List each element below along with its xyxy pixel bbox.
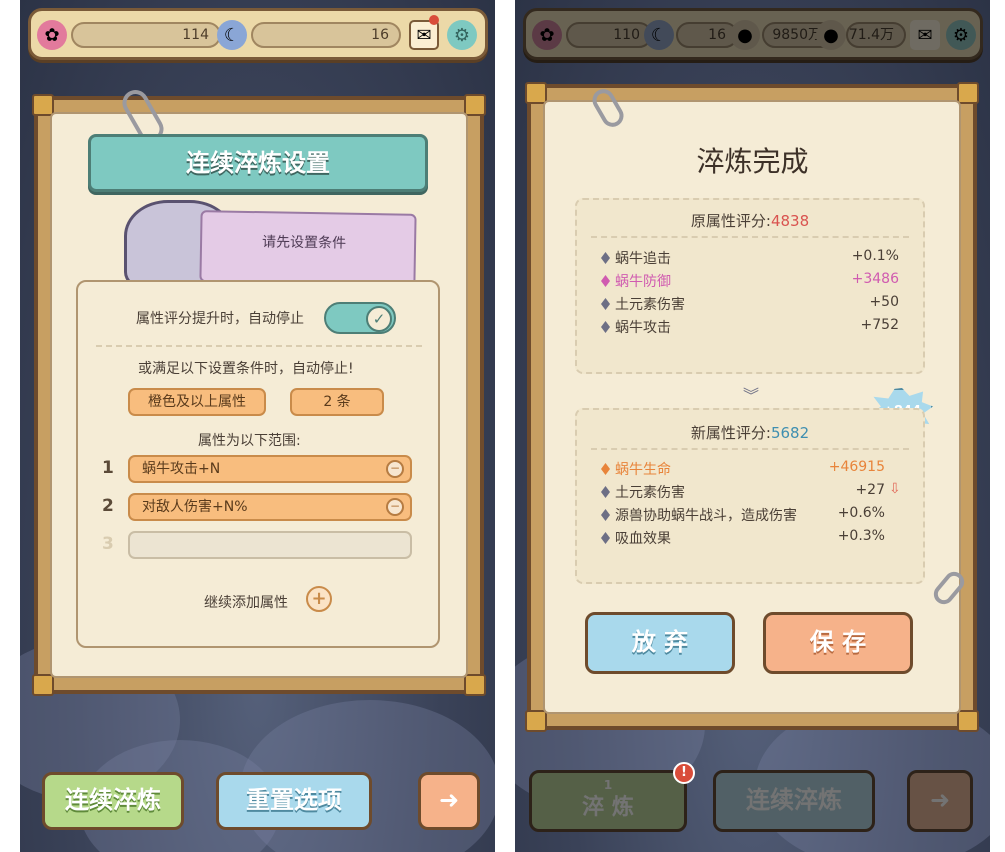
- attribute-row-empty[interactable]: [128, 531, 412, 559]
- attribute-row-label: 蜗牛攻击+N: [142, 461, 221, 477]
- old-attr-name: 土元素伤害: [601, 294, 685, 314]
- resource-2: 16: [251, 22, 401, 48]
- condition-card[interactable]: 请先设置条件: [199, 210, 417, 286]
- old-score-label: 原属性评分:: [690, 212, 771, 230]
- moon-gem-icon: ☾: [644, 20, 674, 50]
- arrow-right-icon[interactable]: ➜: [418, 772, 480, 830]
- page-title: 连续淬炼设置: [88, 134, 428, 192]
- row-number: 3: [102, 534, 114, 554]
- gem-icon: [601, 321, 610, 333]
- resource-1: 114: [71, 22, 221, 48]
- reset-options-button[interactable]: 重置选项: [216, 772, 372, 830]
- old-attr-name: 蜗牛防御: [601, 271, 671, 291]
- gear-icon[interactable]: ⚙: [946, 20, 976, 50]
- new-attr-value: +27: [855, 482, 885, 498]
- top-resource-bar: ✿ 110 ☾ 16 ● 9850万 ● 71.4万 ✉ ⚙: [523, 8, 983, 60]
- notification-dot: [429, 15, 439, 25]
- range-label: 属性为以下范围:: [198, 433, 301, 449]
- attribute-row[interactable]: 对敌人伤害+N% −: [128, 493, 412, 521]
- new-attr-value: +0.3%: [837, 528, 885, 544]
- check-icon: ✓: [366, 306, 392, 332]
- old-attr-value: +0.1%: [851, 248, 899, 264]
- gem-icon: [601, 298, 610, 310]
- attribute-row[interactable]: 蜗牛攻击+N −: [128, 455, 412, 483]
- old-attr-value: +752: [860, 317, 899, 333]
- frame-corner: [525, 82, 547, 104]
- new-attr-name: 蜗牛生命: [601, 459, 671, 479]
- add-attribute-button[interactable]: +: [306, 586, 332, 612]
- auto-stop-toggle[interactable]: ✓: [324, 302, 396, 334]
- old-attr-value: +3486: [851, 271, 899, 287]
- remove-icon[interactable]: −: [386, 498, 404, 516]
- resource-1: 110: [566, 22, 652, 48]
- arrow-down-icon: ⇩: [889, 481, 901, 497]
- lotus-icon: ✿: [37, 20, 67, 50]
- moon-gem-icon: ☾: [217, 20, 247, 50]
- count-select[interactable]: 2 条: [290, 388, 384, 416]
- speech-icon: ●: [730, 20, 760, 50]
- frame-corner: [957, 710, 979, 732]
- divider: [591, 448, 909, 450]
- gem-icon: [601, 275, 610, 287]
- new-attr-value: +46915: [828, 459, 885, 475]
- gem-icon: [601, 532, 610, 544]
- gem-icon: [601, 509, 610, 521]
- old-attr-name: 蜗牛攻击: [601, 317, 671, 337]
- frame-corner: [464, 94, 486, 116]
- alert-badge-icon: !: [673, 762, 695, 784]
- or-condition-label: 或满足以下设置条件时，自动停止!: [138, 361, 354, 377]
- row-number: 2: [102, 496, 114, 516]
- frame-corner: [525, 710, 547, 732]
- new-attr-name: 吸血效果: [601, 528, 671, 548]
- left-screen: ✿ 114 ☾ 16 ✉ ⚙ 连续淬炼设置 请先设置条件 属性评分提升时，自动停…: [20, 0, 495, 852]
- old-score-line: 原属性评分:4838: [577, 210, 923, 231]
- mail-icon[interactable]: ✉: [910, 20, 940, 50]
- gem-icon: [601, 463, 610, 475]
- double-chevron-down-icon: ︾: [743, 386, 760, 405]
- gear-icon[interactable]: ⚙: [447, 20, 477, 50]
- right-screen: ✿ 110 ☾ 16 ● 9850万 ● 71.4万 ✉ ⚙ 淬炼完成 原属性评…: [515, 0, 990, 852]
- gem-icon: [601, 252, 610, 264]
- attribute-row-label: 对敌人伤害+N%: [142, 499, 248, 515]
- frame-corner: [32, 674, 54, 696]
- divider: [96, 345, 422, 347]
- top-resource-bar: ✿ 114 ☾ 16 ✉ ⚙: [28, 8, 488, 60]
- new-attr-value: +0.6%: [837, 505, 885, 521]
- gem-icon: [601, 486, 610, 498]
- new-score-label: 新属性评分:: [690, 424, 771, 442]
- new-attr-name: 源兽协助蜗牛战斗，造成伤害: [601, 505, 797, 525]
- frame-corner: [32, 94, 54, 116]
- condition-card-label: 请先设置条件: [261, 234, 347, 252]
- old-attr-name: 蜗牛追击: [601, 248, 671, 268]
- auto-stop-label: 属性评分提升时，自动停止: [136, 311, 304, 327]
- new-score-value: 5682: [770, 424, 810, 442]
- add-attribute-label: 继续添加属性: [204, 595, 288, 611]
- new-score-line: 新属性评分:5682: [577, 422, 923, 443]
- lotus-icon: ✿: [532, 20, 562, 50]
- resource-4: 71.4万: [846, 22, 906, 48]
- old-score-value: 4838: [770, 212, 810, 230]
- discard-button[interactable]: 放 弃: [585, 612, 735, 674]
- row-number: 1: [102, 458, 114, 478]
- old-attr-value: +50: [869, 294, 899, 310]
- speech-icon: ●: [816, 20, 846, 50]
- save-button[interactable]: 保 存: [763, 612, 913, 674]
- page-title: 淬炼完成: [696, 145, 809, 178]
- frame-corner: [957, 82, 979, 104]
- rarity-select[interactable]: 橙色及以上属性: [128, 388, 266, 416]
- resource-2: 16: [676, 22, 738, 48]
- frame-corner: [464, 674, 486, 696]
- new-attr-name: 土元素伤害: [601, 482, 685, 502]
- continuous-refine-button[interactable]: 连续淬炼: [42, 772, 184, 830]
- divider: [591, 236, 909, 238]
- remove-icon[interactable]: −: [386, 460, 404, 478]
